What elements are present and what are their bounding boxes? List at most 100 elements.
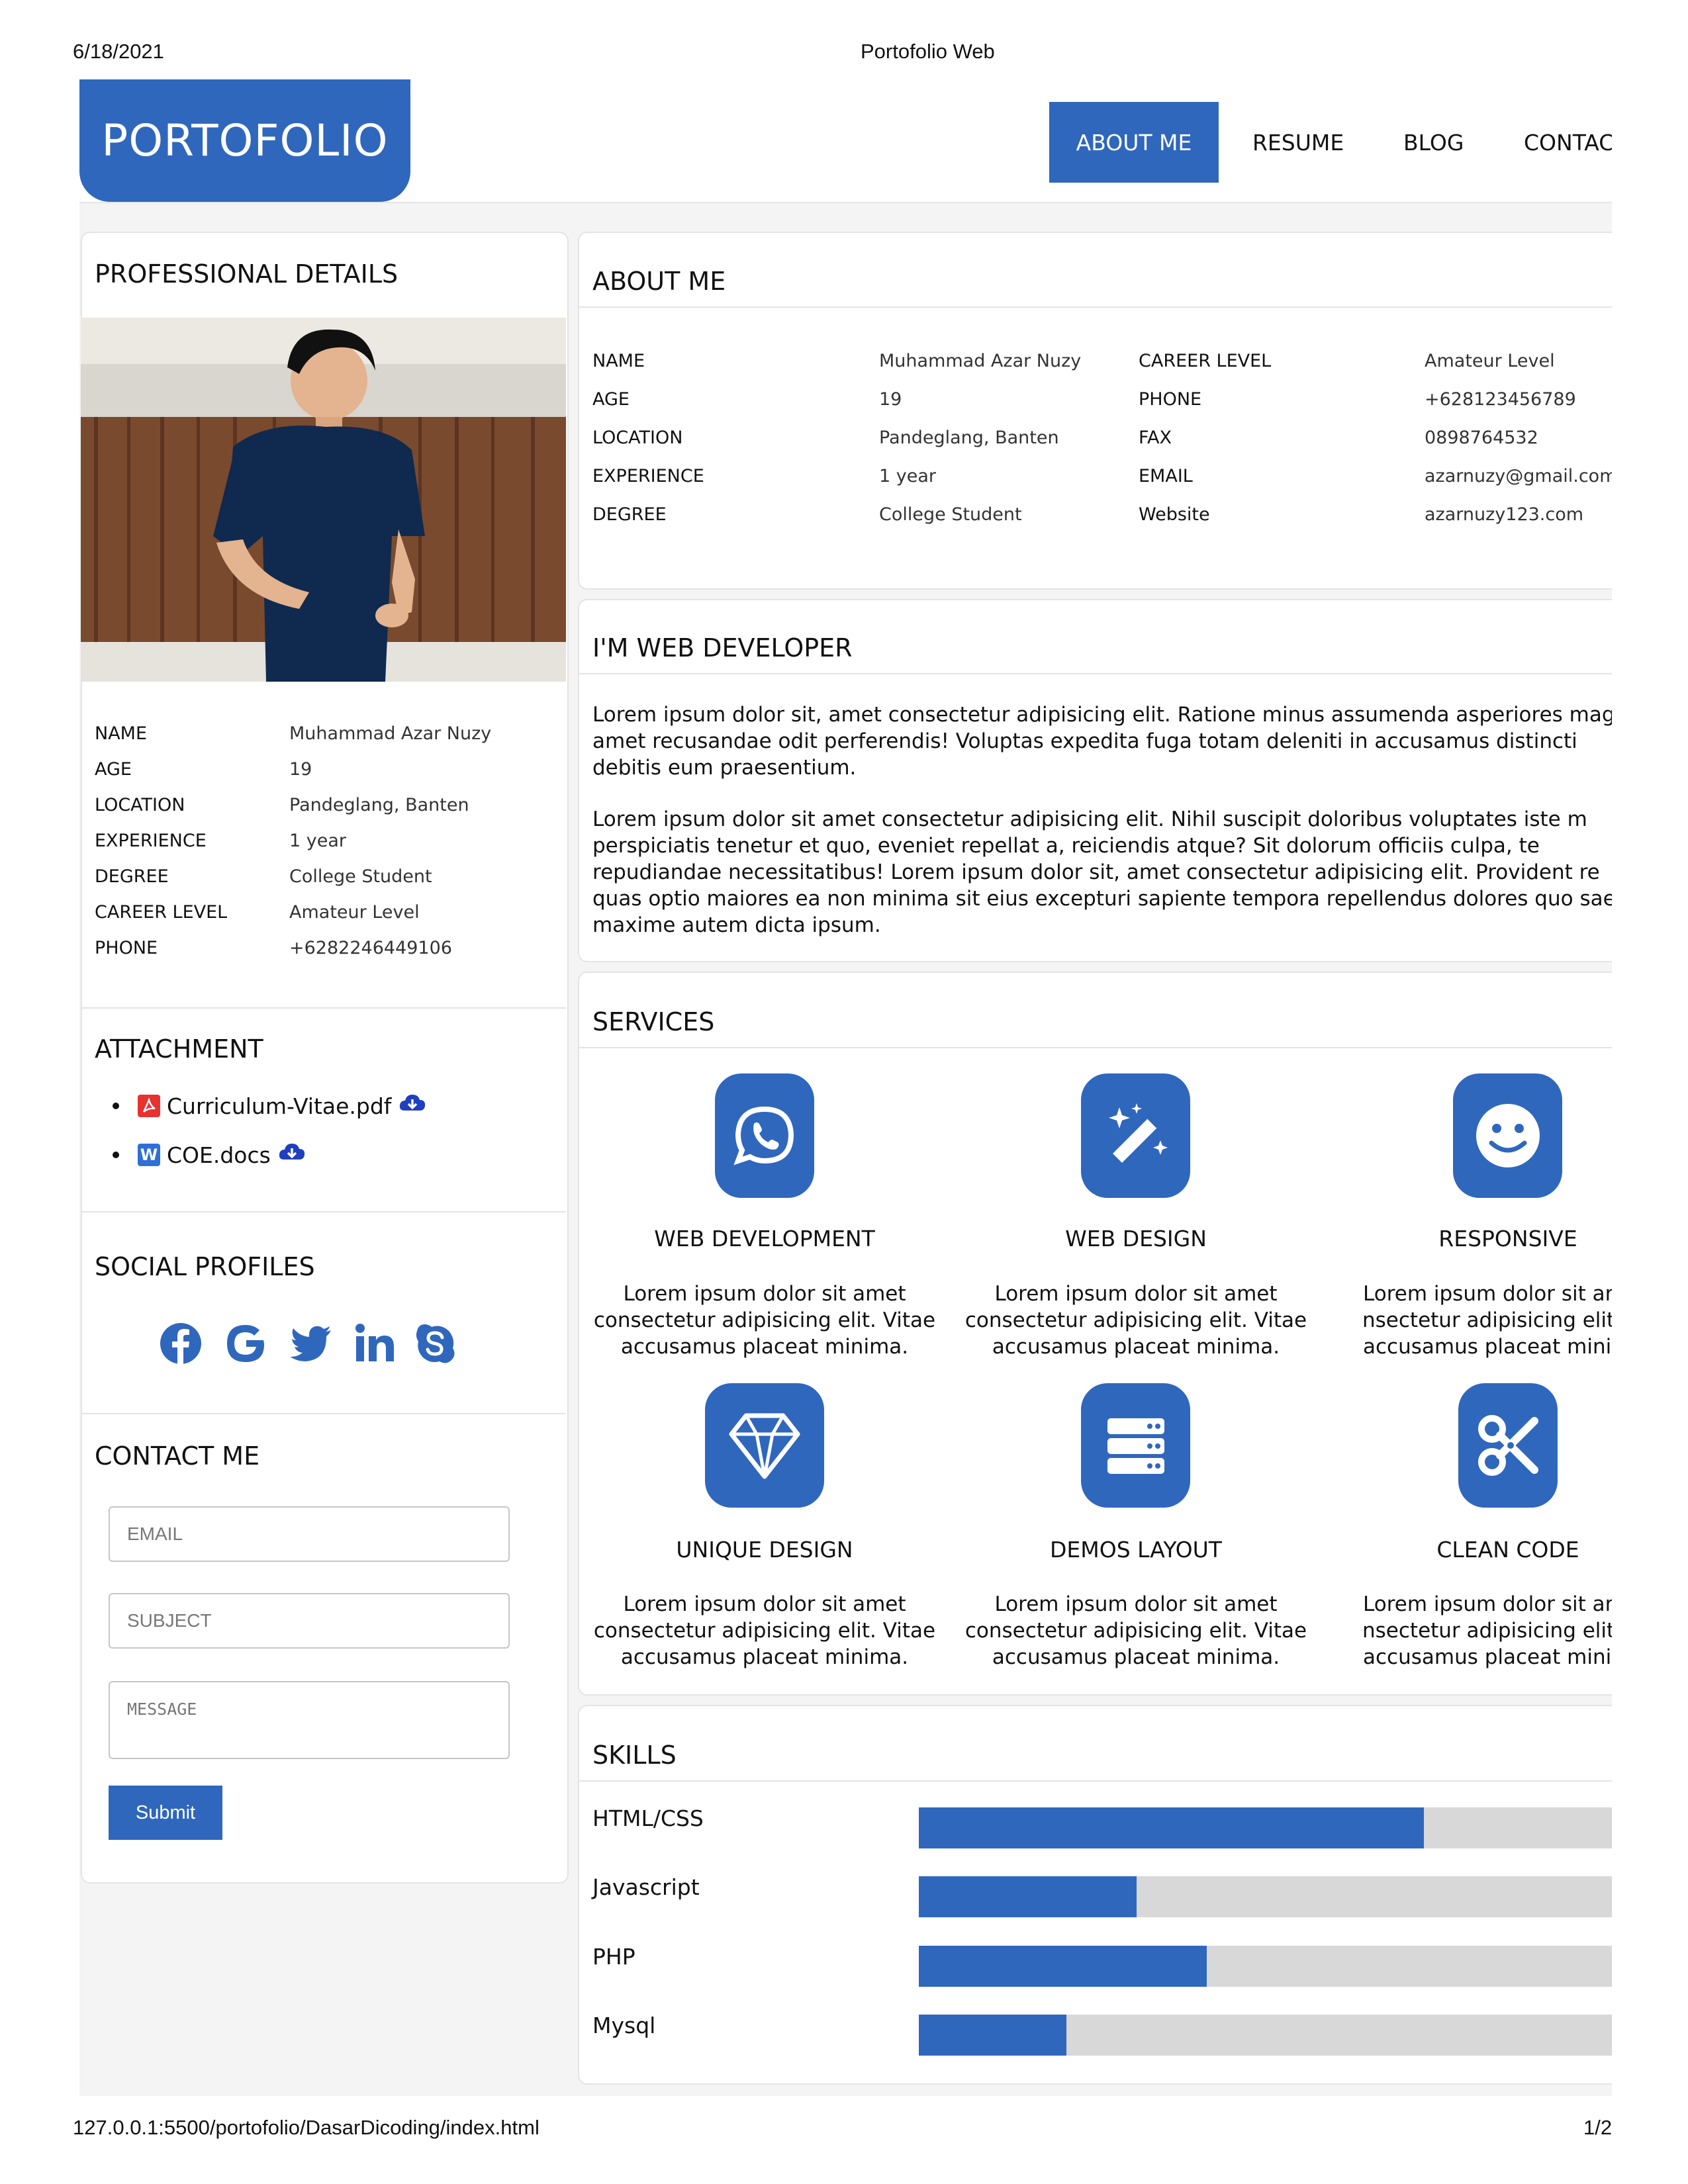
skill-progress-track	[919, 1946, 1620, 1987]
cloud-download-icon[interactable]	[398, 1092, 427, 1120]
skill-progress-fill	[919, 1876, 1137, 1917]
attachment-item-cv[interactable]: Curriculum-Vitae.pdf	[113, 1092, 427, 1120]
detail-label-phone: PHONE	[95, 938, 158, 958]
services-title: SERVICES	[592, 1007, 715, 1036]
service-description: Lorem ipsum dolor sit amet consectetur a…	[579, 1281, 950, 1360]
cloud-download-icon[interactable]	[277, 1141, 306, 1169]
about-label-name: NAME	[592, 351, 645, 371]
paragraph-line: maxime autem dicta ipsum.	[592, 913, 881, 937]
service-line: accusamus placeat minima.	[992, 1645, 1280, 1669]
professional-details-title: PROFESSIONAL DETAILS	[95, 259, 399, 289]
about-value-name: Muhammad Azar Nuzy	[879, 351, 1082, 371]
detail-value-age: 19	[289, 759, 312, 780]
card-divider	[579, 1047, 1612, 1048]
attachment-title: ATTACHMENT	[95, 1034, 263, 1064]
service-title: WEB DEVELOPMENT	[654, 1226, 875, 1251]
skill-name: Mysql	[592, 2013, 656, 2038]
about-value-degree: College Student	[879, 504, 1022, 525]
service-line: accusamus placeat mini	[1363, 1645, 1612, 1669]
about-label-email: EMAIL	[1139, 466, 1193, 486]
about-value-fax: 0898764532	[1425, 428, 1538, 448]
facebook-icon[interactable]	[158, 1320, 204, 1367]
linkedin-icon[interactable]	[352, 1320, 399, 1367]
page-edge-mask	[1612, 79, 1688, 2111]
service-line: consectetur adipisicing elit. Vitae	[964, 1308, 1307, 1332]
submit-button[interactable]: Submit	[109, 1786, 222, 1840]
skill-name: HTML/CSS	[592, 1805, 704, 1831]
card-divider	[579, 673, 1612, 674]
detail-label-career-level: CAREER LEVEL	[95, 902, 228, 923]
detail-value-degree: College Student	[289, 866, 432, 887]
scissors-icon	[1458, 1383, 1558, 1508]
developer-paragraph-2: Lorem ipsum dolor sit amet consectetur a…	[592, 806, 1612, 938]
magic-wand-icon	[1081, 1073, 1190, 1198]
print-title: Portofolio Web	[861, 40, 995, 63]
service-line: consectetur adipisicing elit	[1363, 1619, 1612, 1643]
card-divider	[579, 306, 1612, 308]
nav-resume[interactable]: RESUME	[1252, 102, 1344, 183]
service-line: Lorem ipsum dolor sit amet	[623, 1282, 906, 1306]
skill-progress-track	[919, 2015, 1620, 2056]
skill-progress-fill	[919, 1946, 1207, 1987]
skill-progress-fill	[919, 2015, 1066, 2056]
social-profiles-title: SOCIAL PROFILES	[95, 1252, 315, 1281]
sidebar-divider	[81, 1211, 566, 1212]
print-date: 6/18/2021	[73, 40, 164, 63]
service-line: consectetur adipisicing elit. Vitae	[593, 1308, 936, 1332]
about-label-location: LOCATION	[592, 428, 683, 448]
detail-label-name: NAME	[95, 723, 148, 744]
service-description: Lorem ipsum dolor sit amet consectetur a…	[951, 1281, 1321, 1360]
about-label-website: Website	[1139, 504, 1210, 525]
twitter-icon[interactable]	[287, 1320, 334, 1367]
print-page-number: 1/2	[1583, 2116, 1613, 2139]
service-line: accusamus placeat minima.	[620, 1645, 909, 1669]
about-label-degree: DEGREE	[592, 504, 667, 525]
paragraph-line: debitis eum praesentium.	[592, 756, 857, 780]
email-field[interactable]: EMAIL	[109, 1506, 510, 1562]
detail-label-location: LOCATION	[95, 795, 185, 815]
server-icon	[1081, 1383, 1190, 1508]
paragraph-line: Lorem ipsum dolor sit amet consectetur a…	[592, 807, 1587, 831]
about-value-age: 19	[879, 389, 902, 410]
message-field[interactable]: MESSAGE	[109, 1681, 510, 1759]
google-icon[interactable]	[222, 1320, 269, 1367]
print-url: 127.0.0.1:5500/portofolio/DasarDicoding/…	[73, 2116, 539, 2139]
about-label-career-level: CAREER LEVEL	[1139, 351, 1272, 371]
about-label-experience: EXPERIENCE	[592, 466, 704, 486]
paragraph-line: Lorem ipsum dolor sit, amet consectetur …	[592, 703, 1612, 727]
service-line: consectetur adipisicing elit	[1363, 1308, 1615, 1332]
detail-value-location: Pandeglang, Banten	[289, 795, 469, 815]
card-divider	[579, 1780, 1612, 1782]
service-line: accusamus placeat mini	[1363, 1335, 1612, 1359]
about-value-email[interactable]: azarnuzy@gmail.com	[1425, 466, 1617, 486]
skill-name: PHP	[592, 1944, 635, 1970]
site-logo[interactable]: PORTOFOLIO	[79, 79, 410, 202]
paragraph-line: amet recusandae odit perferendis! Volupt…	[592, 729, 1577, 753]
nav-blog[interactable]: BLOG	[1403, 102, 1464, 183]
detail-label-age: AGE	[95, 759, 132, 780]
about-value-location: Pandeglang, Banten	[879, 428, 1059, 448]
skill-progress-track	[919, 1876, 1620, 1917]
detail-value-name: Muhammad Azar Nuzy	[289, 723, 492, 744]
service-line: Lorem ipsum dolor sit amet	[994, 1282, 1278, 1306]
nav-about-me[interactable]: ABOUT ME	[1049, 102, 1219, 183]
paragraph-line: repudiandae necessitatibus! Lorem ipsum …	[592, 860, 1600, 884]
about-value-website[interactable]: azarnuzy123.com	[1425, 504, 1583, 525]
whatsapp-icon	[715, 1073, 814, 1198]
pdf-icon	[138, 1095, 160, 1117]
detail-value-career-level: Amateur Level	[289, 902, 420, 923]
service-description: Lorem ipsum dolor sit ar consectetur adi…	[1363, 1591, 1612, 1670]
paragraph-line: quas optio maiores ea non minima sit eiu…	[592, 887, 1612, 911]
service-description: Lorem ipsum dolor sit ar consectetur adi…	[1363, 1281, 1652, 1360]
sidebar-divider	[81, 1413, 566, 1414]
about-value-phone: +628123456789	[1425, 389, 1576, 410]
attachment-item-coe[interactable]: W COE.docs	[113, 1141, 306, 1169]
subject-field[interactable]: SUBJECT	[109, 1593, 510, 1649]
service-line: Lorem ipsum dolor sit amet	[994, 1592, 1278, 1616]
service-title: DEMOS LAYOUT	[1050, 1537, 1222, 1563]
skype-icon[interactable]	[412, 1320, 458, 1367]
developer-paragraph-1: Lorem ipsum dolor sit, amet consectetur …	[592, 702, 1612, 781]
paragraph-line: perspiciatis tenetur et quo, eveniet rep…	[592, 834, 1540, 858]
nav-contact[interactable]: CONTAC	[1524, 102, 1612, 183]
detail-value-experience: 1 year	[289, 831, 346, 851]
